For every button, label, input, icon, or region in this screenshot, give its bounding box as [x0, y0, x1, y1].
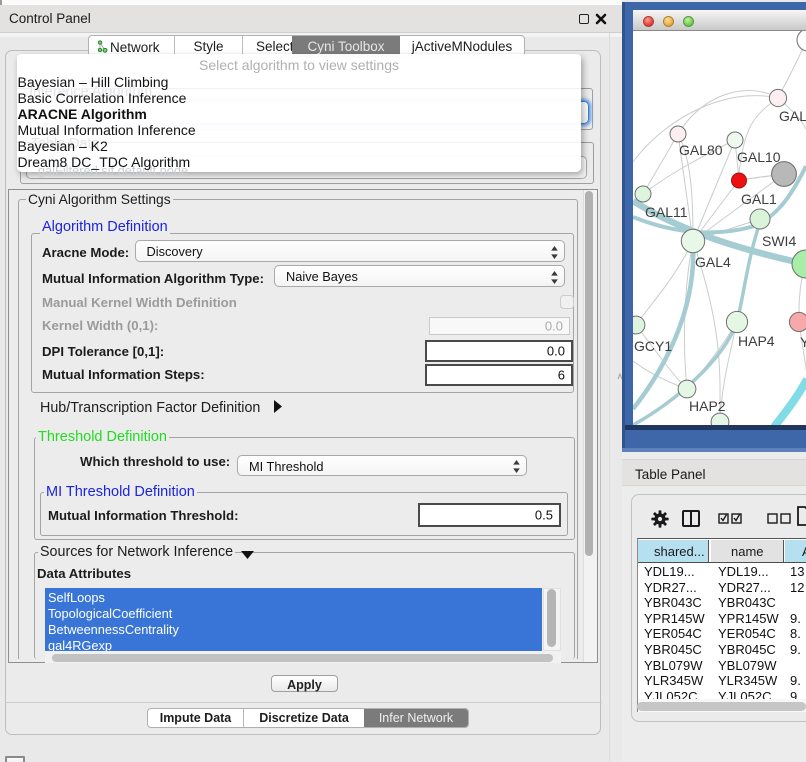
- svg-text:GAL80: GAL80: [679, 142, 723, 158]
- svg-text:HAP4: HAP4: [738, 333, 775, 349]
- svg-text:GAL1: GAL1: [741, 191, 777, 207]
- svg-text:GAL10: GAL10: [737, 149, 781, 165]
- svg-text:GAL11: GAL11: [645, 204, 688, 220]
- svg-text:GAL: GAL: [779, 108, 806, 124]
- svg-text:GCY1: GCY1: [634, 338, 672, 354]
- svg-text:SWI4: SWI4: [762, 233, 796, 249]
- svg-text:Y: Y: [800, 334, 806, 350]
- svg-text:HAP2: HAP2: [689, 398, 726, 414]
- svg-text:GAL4: GAL4: [695, 254, 731, 270]
